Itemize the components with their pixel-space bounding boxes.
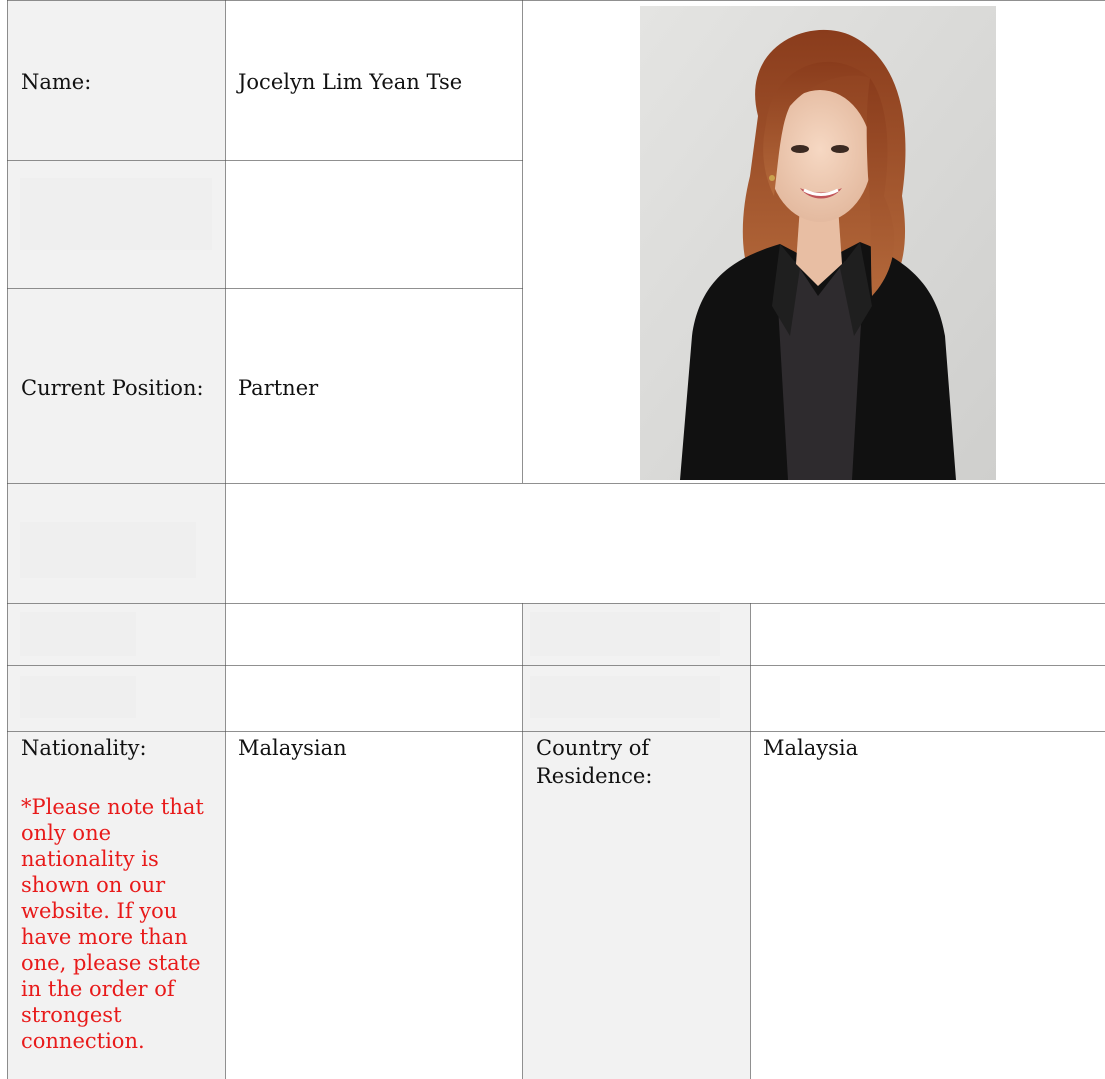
grid-line — [225, 0, 226, 1079]
nationality-note: *Please note that only one nationality i… — [21, 795, 204, 1053]
grid-line — [7, 665, 1105, 666]
nationality-value: Malaysian — [238, 736, 347, 760]
redacted-label — [530, 676, 720, 718]
grid-line — [7, 0, 1105, 1]
grid-line — [7, 160, 523, 161]
grid-line — [7, 288, 523, 289]
profile-photo — [640, 6, 996, 480]
profile-form: Name: Jocelyn Lim Yean Tse Current Posit… — [0, 0, 1105, 1079]
position-value: Partner — [238, 376, 319, 400]
redacted-label — [530, 612, 720, 656]
grid-line — [7, 483, 1105, 484]
redacted-label — [20, 522, 196, 578]
label-column-right — [523, 603, 750, 1079]
name-label: Name: — [21, 70, 92, 94]
residence-label: Country of Residence: — [536, 736, 653, 788]
residence-value: Malaysia — [763, 736, 859, 760]
grid-line — [750, 603, 751, 1079]
nationality-label: Nationality: — [21, 736, 147, 760]
position-label: Current Position: — [21, 376, 204, 400]
redacted-label — [20, 178, 212, 250]
grid-line — [522, 0, 523, 483]
grid-line — [7, 603, 1105, 604]
name-value: Jocelyn Lim Yean Tse — [238, 70, 463, 94]
grid-line — [7, 731, 1105, 732]
grid-line — [522, 603, 523, 1079]
redacted-label — [20, 676, 136, 718]
grid-line — [7, 0, 8, 1079]
redacted-label — [20, 612, 136, 656]
